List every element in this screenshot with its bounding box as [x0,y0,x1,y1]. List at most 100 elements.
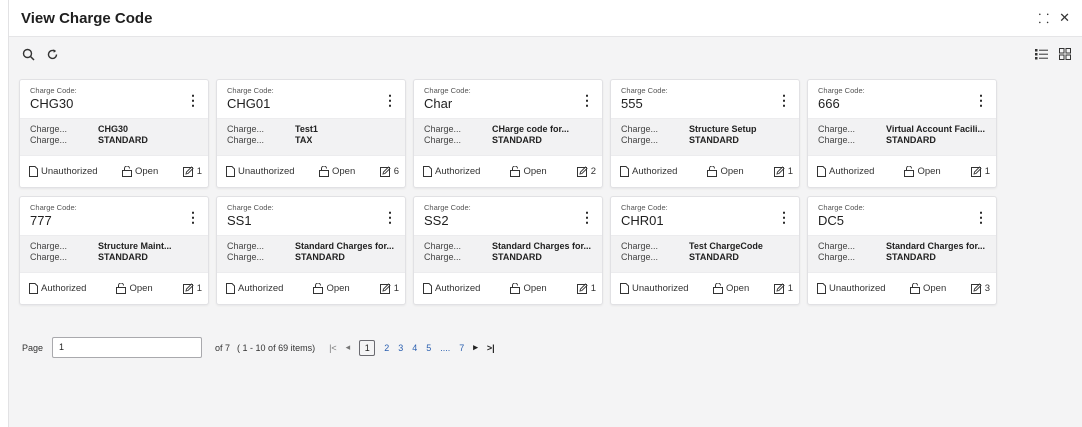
more-options-icon[interactable]: ⋮ [580,93,594,107]
card-details: Charge... Standard Charges for... Charge… [217,235,405,273]
card-header: Charge Code: DC5 ⋮ [808,197,996,235]
unlock-icon [318,166,329,177]
detail-key: Charge... [424,252,462,262]
detail-row: Charge... STANDARD [30,252,198,263]
charge-code-card[interactable]: Charge Code: CHG30 ⋮ Charge... CHG30 Cha… [19,79,209,188]
edit-icon [773,166,785,177]
charge-code-card[interactable]: Charge Code: CHG01 ⋮ Charge... Test1 Cha… [216,79,406,188]
modification-count: 1 [576,283,596,294]
detail-value: CHarge code for... [492,124,570,134]
page-number-link[interactable]: 5 [426,343,431,353]
close-icon[interactable]: ✕ [1059,10,1070,26]
more-options-icon[interactable]: ⋮ [186,93,200,107]
auth-status-text: Unauthorized [632,283,689,294]
detail-value: STANDARD [98,252,148,262]
more-options-icon[interactable]: ⋮ [777,93,791,107]
modification-count-text: 6 [393,166,399,177]
grid-view-icon[interactable] [1058,47,1072,61]
more-options-icon[interactable]: ⋮ [974,93,988,107]
modification-count: 1 [970,166,990,177]
charge-code-card[interactable]: Charge Code: 555 ⋮ Charge... Structure S… [610,79,800,188]
unlock-icon [510,166,521,177]
card-details: Charge... Standard Charges for... Charge… [414,235,602,273]
detail-key: Charge... [30,124,68,134]
auth-status-text: Authorized [435,166,481,177]
detail-value: STANDARD [295,252,345,262]
charge-code-value: CHG30 [30,96,74,111]
charge-code-card[interactable]: Charge Code: SS1 ⋮ Charge... Standard Ch… [216,196,406,305]
detail-value: STANDARD [886,252,936,262]
card-header: Charge Code: SS1 ⋮ [217,197,405,235]
card-footer: Authorized Open 1 [611,156,799,187]
expand-icon[interactable]: ⸬ [1038,9,1049,27]
detail-row: Charge... Test1 [227,124,395,135]
charge-code-card[interactable]: Charge Code: CHR01 ⋮ Charge... Test Char… [610,196,800,305]
detail-value: Test ChargeCode [689,241,763,251]
auth-status-text: Authorized [41,283,87,294]
card-footer: Authorized Open 1 [217,273,405,304]
auth-status: Authorized [29,283,86,294]
more-options-icon[interactable]: ⋮ [383,93,397,107]
charge-code-card[interactable]: Charge Code: Char ⋮ Charge... CHarge cod… [413,79,603,188]
page-number-link[interactable]: 3 [398,343,403,353]
page-number-input[interactable]: 1 [52,337,203,358]
detail-row: Charge... Structure Setup [621,124,789,135]
previous-page-icon[interactable]: ◂ [346,342,351,353]
more-options-icon[interactable]: ⋮ [777,210,791,224]
detail-row: Charge... STANDARD [621,252,789,263]
last-page-icon[interactable]: >| [487,343,495,353]
more-options-icon[interactable]: ⋮ [186,210,200,224]
charge-code-card[interactable]: Charge Code: SS2 ⋮ Charge... Standard Ch… [413,196,603,305]
detail-key: Charge... [818,252,856,262]
next-page-icon[interactable]: ▸ [473,342,478,353]
card-details: Charge... Structure Setup Charge... STAN… [611,118,799,156]
auth-status-text: Authorized [632,166,678,177]
list-view-icon[interactable] [1034,47,1048,61]
detail-key: Charge... [621,252,659,262]
search-icon[interactable] [21,47,35,61]
detail-row: Charge... CHarge code for... [424,124,592,135]
detail-key: Charge... [818,241,856,251]
detail-key: Charge... [30,241,68,251]
more-options-icon[interactable]: ⋮ [383,210,397,224]
unlock-icon [116,283,127,294]
record-status-text: Open [326,283,350,294]
record-status: Open [318,166,355,177]
detail-key: Charge... [621,135,659,145]
card-footer: Unauthorized Open 6 [217,156,405,187]
modification-count-text: 1 [984,166,990,177]
record-status: Open [909,283,946,294]
record-status-text: Open [134,166,159,177]
detail-value: Standard Charges for... [492,241,592,251]
pagination: Page 1 of 7 ( 1 - 10 of 69 items) |< ◂ 1… [22,337,495,358]
toolbar [9,37,1082,71]
more-options-icon[interactable]: ⋮ [580,210,594,224]
auth-status: Unauthorized [620,283,689,294]
page-title: View Charge Code [21,9,153,27]
first-page-icon[interactable]: |< [329,343,337,353]
record-status: Open [116,283,153,294]
refresh-icon[interactable] [45,47,59,61]
charge-code-card[interactable]: Charge Code: DC5 ⋮ Charge... Standard Ch… [807,196,997,305]
page-number-link[interactable]: .... [440,343,450,353]
record-status: Open [904,166,941,177]
card-details: Charge... Test1 Charge... TAX [217,118,405,156]
current-page-button[interactable]: 1 [359,339,376,356]
page-number-link[interactable]: 7 [459,343,464,353]
more-options-icon[interactable]: ⋮ [974,210,988,224]
charge-code-value: 666 [818,96,840,111]
charge-code-label: Charge Code: [621,203,668,212]
detail-row: Charge... STANDARD [424,252,592,263]
page-number-link[interactable]: 4 [412,343,417,353]
record-status: Open [121,166,159,177]
document-icon [29,283,38,294]
detail-key: Charge... [621,124,659,134]
detail-row: Charge... TAX [227,135,395,146]
page-number-link[interactable]: 2 [384,343,389,353]
document-icon [29,166,38,177]
charge-code-card[interactable]: Charge Code: 666 ⋮ Charge... Virtual Acc… [807,79,997,188]
record-status-text: Open [917,166,941,177]
card-footer: Unauthorized Open 1 [611,273,799,304]
modification-count-text: 2 [590,166,596,177]
charge-code-card[interactable]: Charge Code: 777 ⋮ Charge... Structure M… [19,196,209,305]
